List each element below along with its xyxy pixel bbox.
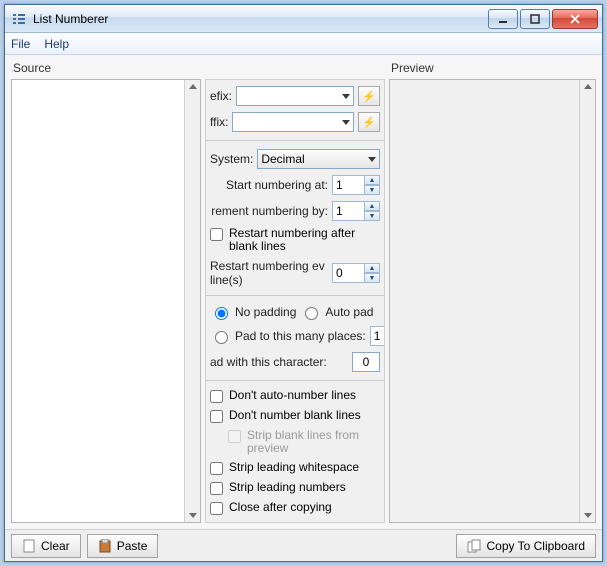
strip-blank-preview-checkbox bbox=[228, 430, 241, 443]
restart-blank-label: Restart numbering after blank lines bbox=[229, 227, 380, 253]
start-label: Start numbering at: bbox=[210, 178, 328, 192]
prefix-combo[interactable] bbox=[236, 86, 354, 106]
close-button[interactable] bbox=[552, 9, 598, 29]
pad-to-spinner[interactable]: ▲▼ bbox=[370, 326, 385, 346]
spin-down-icon[interactable]: ▼ bbox=[364, 211, 380, 221]
app-window: List Numberer File Help Source efix: bbox=[4, 4, 603, 562]
window-buttons bbox=[488, 9, 598, 29]
restart-blank-row: Restart numbering after blank lines bbox=[210, 227, 380, 253]
start-input[interactable] bbox=[332, 175, 364, 195]
clipboard-icon bbox=[98, 539, 112, 553]
restart-every-input[interactable] bbox=[332, 263, 364, 283]
window-title: List Numberer bbox=[33, 12, 488, 26]
preview-textarea-wrap bbox=[389, 79, 596, 523]
options-column: efix: ⚡ ffix: ⚡ System: Decimal Start nu… bbox=[205, 61, 385, 529]
strip-blank-preview-label: Strip blank lines from preview bbox=[247, 429, 380, 455]
preview-label: Preview bbox=[389, 61, 596, 79]
source-column: Source bbox=[11, 61, 201, 529]
system-row: System: Decimal bbox=[210, 149, 380, 169]
no-padding-radio[interactable] bbox=[215, 307, 228, 320]
clear-button[interactable]: Clear bbox=[11, 534, 81, 558]
close-after-copy-label: Close after copying bbox=[229, 501, 380, 514]
preview-scrollbar[interactable] bbox=[579, 80, 595, 522]
source-textarea[interactable] bbox=[12, 80, 183, 522]
start-row: Start numbering at: ▲▼ bbox=[210, 175, 380, 195]
strip-lead-ws-checkbox[interactable] bbox=[210, 462, 223, 475]
pad-to-radio[interactable] bbox=[215, 331, 228, 344]
padding-radio-row: No padding Auto pad bbox=[210, 304, 380, 320]
titlebar: List Numberer bbox=[5, 5, 602, 33]
prefix-insert-button[interactable]: ⚡ bbox=[358, 86, 380, 106]
system-label: System: bbox=[210, 152, 253, 166]
lightning-icon: ⚡ bbox=[362, 116, 376, 129]
suffix-combo[interactable] bbox=[232, 112, 354, 132]
increment-spinner[interactable]: ▲▼ bbox=[332, 201, 380, 221]
auto-pad-radio[interactable] bbox=[305, 307, 318, 320]
spin-up-icon[interactable]: ▲ bbox=[364, 201, 380, 211]
copy-clipboard-button[interactable]: Copy To Clipboard bbox=[456, 534, 596, 558]
increment-input[interactable] bbox=[332, 201, 364, 221]
no-auto-number-checkbox[interactable] bbox=[210, 390, 223, 403]
menubar: File Help bbox=[5, 33, 602, 55]
source-scrollbar[interactable] bbox=[184, 80, 200, 522]
prefix-row: efix: ⚡ bbox=[210, 86, 380, 106]
paste-button[interactable]: Paste bbox=[87, 534, 159, 558]
paste-label: Paste bbox=[117, 539, 148, 553]
restart-every-label: Restart numbering evline(s) bbox=[210, 259, 328, 287]
pad-char-input[interactable] bbox=[352, 352, 380, 372]
spin-up-icon[interactable]: ▲ bbox=[364, 263, 380, 273]
pad-char-label: ad with this character: bbox=[210, 355, 348, 369]
clear-label: Clear bbox=[41, 539, 70, 553]
menu-file[interactable]: File bbox=[11, 37, 30, 51]
pad-to-input[interactable] bbox=[370, 326, 385, 346]
lightning-icon: ⚡ bbox=[362, 90, 376, 103]
source-textarea-wrap bbox=[11, 79, 201, 523]
app-icon bbox=[11, 11, 27, 27]
no-padding-label: No padding bbox=[235, 305, 296, 319]
restart-every-spinner[interactable]: ▲▼ bbox=[332, 263, 380, 283]
menu-help[interactable]: Help bbox=[44, 37, 69, 51]
page-icon bbox=[22, 539, 36, 553]
strip-lead-num-label: Strip leading numbers bbox=[229, 481, 380, 494]
pad-to-row: Pad to this many places: ▲▼ bbox=[210, 326, 380, 346]
copy-label: Copy To Clipboard bbox=[486, 539, 585, 553]
bottom-toolbar: Clear Paste Copy To Clipboard bbox=[5, 529, 602, 561]
minimize-button[interactable] bbox=[488, 9, 518, 29]
restart-blank-checkbox[interactable] bbox=[210, 228, 223, 241]
maximize-button[interactable] bbox=[520, 9, 550, 29]
system-combo[interactable]: Decimal bbox=[257, 149, 380, 169]
increment-label: rement numbering by: bbox=[210, 204, 328, 218]
close-after-copy-checkbox[interactable] bbox=[210, 502, 223, 515]
strip-lead-ws-label: Strip leading whitespace bbox=[229, 461, 380, 474]
auto-pad-label: Auto pad bbox=[325, 305, 373, 319]
restart-every-row: Restart numbering evline(s) ▲▼ bbox=[210, 259, 380, 287]
no-auto-number-label: Don't auto-number lines bbox=[229, 389, 380, 402]
suffix-insert-button[interactable]: ⚡ bbox=[358, 112, 380, 132]
no-number-blank-checkbox[interactable] bbox=[210, 410, 223, 423]
strip-lead-num-checkbox[interactable] bbox=[210, 482, 223, 495]
spin-down-icon[interactable]: ▼ bbox=[364, 185, 380, 195]
content-area: Source efix: ⚡ ffix: ⚡ bbox=[5, 55, 602, 529]
preview-column: Preview bbox=[389, 61, 596, 529]
increment-row: rement numbering by: ▲▼ bbox=[210, 201, 380, 221]
start-spinner[interactable]: ▲▼ bbox=[332, 175, 380, 195]
prefix-label: efix: bbox=[210, 89, 232, 103]
pad-to-label: Pad to this many places: bbox=[235, 329, 366, 343]
suffix-label: ffix: bbox=[210, 115, 228, 129]
spin-up-icon[interactable]: ▲ bbox=[364, 175, 380, 185]
spin-down-icon[interactable]: ▼ bbox=[364, 273, 380, 283]
suffix-row: ffix: ⚡ bbox=[210, 112, 380, 132]
source-label: Source bbox=[11, 61, 201, 79]
pad-char-row: ad with this character: bbox=[210, 352, 380, 372]
options-panel: efix: ⚡ ffix: ⚡ System: Decimal Start nu… bbox=[205, 79, 385, 523]
no-number-blank-label: Don't number blank lines bbox=[229, 409, 380, 422]
copy-icon bbox=[467, 539, 481, 553]
preview-textarea bbox=[390, 80, 578, 522]
